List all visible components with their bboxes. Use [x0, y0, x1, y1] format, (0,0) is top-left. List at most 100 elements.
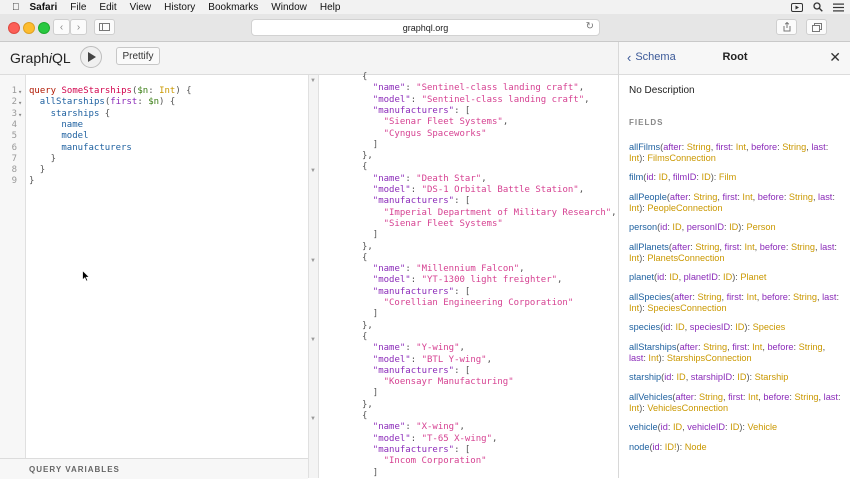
field-name-link[interactable]: species: [629, 322, 660, 332]
result-line: "Imperial Department of Military Researc…: [384, 208, 617, 219]
return-type-link[interactable]: Starship: [755, 372, 789, 382]
arg-type-link[interactable]: ID: [702, 172, 711, 182]
arg-type-link[interactable]: Int: [629, 403, 639, 413]
run-query-button[interactable]: [80, 46, 102, 68]
share-button[interactable]: [776, 19, 797, 35]
arg-type-link[interactable]: String: [782, 142, 806, 152]
menu-file[interactable]: File: [70, 2, 86, 13]
arg-type-link[interactable]: Int: [736, 142, 746, 152]
return-type-link[interactable]: Film: [719, 172, 736, 182]
address-bar[interactable]: graphql.org ↻: [251, 19, 600, 36]
field-name-link[interactable]: allFilms: [629, 142, 660, 152]
arg-type-link[interactable]: ID!: [665, 442, 677, 452]
arg-type-link[interactable]: String: [795, 392, 819, 402]
arg-type-link[interactable]: ID: [659, 172, 668, 182]
line-number: 1: [11, 86, 17, 96]
arg-type-link[interactable]: String: [693, 192, 717, 202]
arg-type-link[interactable]: String: [791, 242, 815, 252]
sidebar-button[interactable]: [94, 19, 115, 35]
field-name-link[interactable]: person: [629, 222, 657, 232]
arg-type-link[interactable]: Int: [629, 253, 639, 263]
apple-icon[interactable]: : [12, 2, 20, 13]
json-token: ]: [372, 467, 379, 478]
window-close-button[interactable]: [8, 22, 20, 34]
menu-view[interactable]: View: [130, 2, 152, 13]
arg-type-link[interactable]: ID: [669, 272, 678, 282]
field-name-link[interactable]: vehicle: [629, 422, 658, 432]
arg-type-link[interactable]: String: [703, 342, 727, 352]
arg-type-link[interactable]: String: [799, 342, 823, 352]
arg-type-link[interactable]: Int: [748, 392, 758, 402]
reload-icon[interactable]: ↻: [586, 21, 594, 32]
menu-help[interactable]: Help: [320, 2, 341, 13]
back-to-schema-button[interactable]: ‹ Schema: [627, 51, 676, 64]
prettify-button[interactable]: Prettify: [116, 47, 160, 65]
fold-marker-icon[interactable]: ▾: [18, 111, 22, 119]
field-name-link[interactable]: planet: [629, 272, 654, 282]
menu-edit[interactable]: Edit: [99, 2, 116, 13]
field-name-link[interactable]: allPlanets: [629, 242, 669, 252]
back-button[interactable]: ‹: [53, 19, 70, 35]
fold-marker-icon[interactable]: ▾: [18, 99, 22, 107]
arg-type-link[interactable]: Int: [744, 242, 754, 252]
window-zoom-button[interactable]: [38, 22, 50, 34]
forward-button[interactable]: ›: [70, 19, 87, 35]
arg-type-link[interactable]: Int: [747, 292, 757, 302]
field-name-link[interactable]: film: [629, 172, 643, 182]
arg-type-link[interactable]: ID: [677, 372, 686, 382]
query-variables-bar[interactable]: QUERY VARIABLES: [0, 458, 308, 479]
field-name-link[interactable]: allPeople: [629, 192, 667, 202]
arg-type-link[interactable]: String: [695, 242, 719, 252]
return-type-link[interactable]: PeopleConnection: [647, 203, 722, 213]
arg-type-link[interactable]: String: [789, 192, 813, 202]
field-name-link[interactable]: allVehicles: [629, 392, 672, 402]
notification-center-icon[interactable]: [833, 3, 844, 12]
menu-window[interactable]: Window: [271, 2, 307, 13]
menu-history[interactable]: History: [164, 2, 195, 13]
arg-type-link[interactable]: Int: [648, 353, 658, 363]
fold-marker-icon[interactable]: ▾: [18, 88, 22, 96]
menu-app-name[interactable]: Safari: [30, 2, 58, 13]
return-type-link[interactable]: StarshipsConnection: [667, 353, 752, 363]
return-type-link[interactable]: FilmsConnection: [647, 153, 715, 163]
return-type-link[interactable]: Vehicle: [748, 422, 778, 432]
arg-type-link[interactable]: ID: [723, 272, 732, 282]
arg-type-link[interactable]: Int: [742, 192, 752, 202]
arg-type-link[interactable]: String: [697, 292, 721, 302]
return-type-link[interactable]: Species: [753, 322, 786, 332]
arg-type-link[interactable]: ID: [672, 222, 681, 232]
return-type-link[interactable]: Node: [685, 442, 707, 452]
menu-bookmarks[interactable]: Bookmarks: [208, 2, 258, 13]
arg-type-link[interactable]: String: [793, 292, 817, 302]
field-name-link[interactable]: node: [629, 442, 649, 452]
return-type-link[interactable]: Planet: [740, 272, 766, 282]
arg-type-link[interactable]: ID: [675, 322, 684, 332]
arg-type-link[interactable]: Int: [752, 342, 762, 352]
close-icon[interactable]: ✕: [829, 49, 841, 66]
return-type-link[interactable]: VehiclesConnection: [647, 403, 728, 413]
arg-type-link[interactable]: String: [699, 392, 723, 402]
field-name-link[interactable]: starship: [629, 372, 661, 382]
fold-marker-icon[interactable]: ▼: [310, 168, 316, 174]
arg-type-link[interactable]: ID: [730, 422, 739, 432]
arg-type-link[interactable]: ID: [673, 422, 682, 432]
arg-type-link[interactable]: Int: [629, 153, 639, 163]
return-type-link[interactable]: PlanetsConnection: [647, 253, 724, 263]
fold-marker-icon[interactable]: ▼: [310, 337, 316, 343]
arg-type-link[interactable]: String: [687, 142, 711, 152]
fold-marker-icon[interactable]: ▼: [310, 258, 316, 264]
field-name-link[interactable]: allSpecies: [629, 292, 671, 302]
screen-record-icon[interactable]: [791, 2, 803, 12]
arg-type-link[interactable]: ID: [729, 222, 738, 232]
spotlight-search-icon[interactable]: [813, 2, 823, 12]
punctuation: ):: [658, 353, 667, 364]
window-minimize-button[interactable]: [23, 22, 35, 34]
return-type-link[interactable]: Person: [746, 222, 775, 232]
fold-marker-icon[interactable]: ▼: [310, 78, 316, 84]
fold-marker-icon[interactable]: ▼: [310, 416, 316, 422]
arg-type-link[interactable]: Int: [629, 203, 639, 213]
arg-type-link[interactable]: Int: [629, 303, 639, 313]
field-name-link[interactable]: allStarships: [629, 342, 677, 352]
tabs-button[interactable]: [806, 19, 827, 35]
return-type-link[interactable]: SpeciesConnection: [647, 303, 726, 313]
